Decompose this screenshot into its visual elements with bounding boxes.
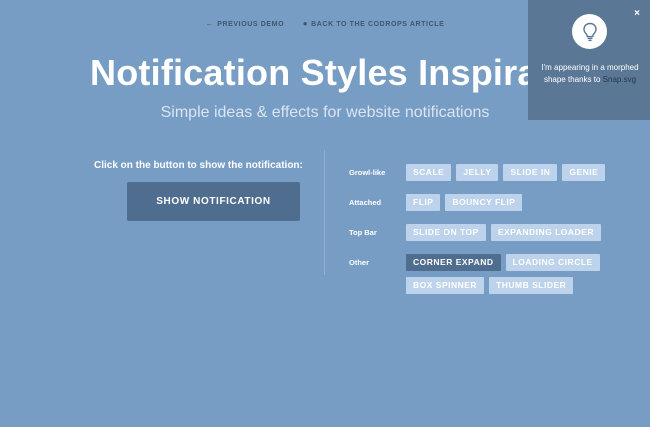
previous-demo-link[interactable]: ← PREVIOUS DEMO — [206, 19, 285, 28]
snap-svg-link[interactable]: Snap.svg — [603, 75, 636, 84]
style-button-bouncy-flip[interactable]: BOUNCY FLIP — [445, 194, 523, 211]
style-button-slide-in[interactable]: SLIDE IN — [503, 164, 558, 181]
style-button-thumb-slider[interactable]: THUMB SLIDER — [489, 277, 574, 294]
style-button-jelly[interactable]: JELLY — [456, 164, 499, 181]
style-button-box-spinner[interactable]: BOX SPINNER — [406, 277, 485, 294]
category-label: Other — [349, 258, 370, 267]
notification-message: I'm appearing in a morphed shape thanks … — [538, 62, 642, 86]
style-button-loading-circle[interactable]: LOADING CIRCLE — [505, 254, 600, 271]
back-to-article-link[interactable]: ● BACK TO THE CODROPS ARTICLE — [303, 19, 445, 28]
back-to-article-label: BACK TO THE CODROPS ARTICLE — [311, 21, 445, 28]
vertical-divider — [324, 150, 325, 275]
drop-icon: ● — [302, 19, 309, 28]
style-button-genie[interactable]: GENIE — [562, 164, 606, 181]
style-button-slide-on-top[interactable]: SLIDE ON TOP — [406, 224, 486, 241]
arrow-left-icon: ← — [205, 19, 215, 28]
style-row-growl: Growl-like SCALE JELLY SLIDE IN GENIE — [349, 164, 626, 181]
style-row-other: Other CORNER EXPAND LOADING CIRCLE BOX S… — [349, 254, 626, 294]
style-button-corner-expand[interactable]: CORNER EXPAND — [406, 254, 501, 271]
instruction-text: Click on the button to show the notifica… — [94, 160, 303, 171]
show-notification-button[interactable]: SHOW NOTIFICATION — [127, 182, 300, 221]
style-row-attached: Attached FLIP BOUNCY FLIP — [349, 194, 626, 211]
style-button-expanding-loader[interactable]: EXPANDING LOADER — [490, 224, 601, 241]
lightbulb-icon — [572, 14, 607, 49]
category-label: Growl-like — [349, 168, 386, 177]
style-row-top-bar: Top Bar SLIDE ON TOP EXPANDING LOADER — [349, 224, 626, 241]
close-icon[interactable]: × — [634, 8, 640, 19]
category-label: Attached — [349, 198, 382, 207]
corner-notification: × I'm appearing in a morphed shape thank… — [528, 0, 650, 120]
previous-demo-label: PREVIOUS DEMO — [217, 21, 285, 28]
style-button-scale[interactable]: SCALE — [406, 164, 452, 181]
style-button-flip[interactable]: FLIP — [406, 194, 441, 211]
category-label: Top Bar — [349, 228, 377, 237]
